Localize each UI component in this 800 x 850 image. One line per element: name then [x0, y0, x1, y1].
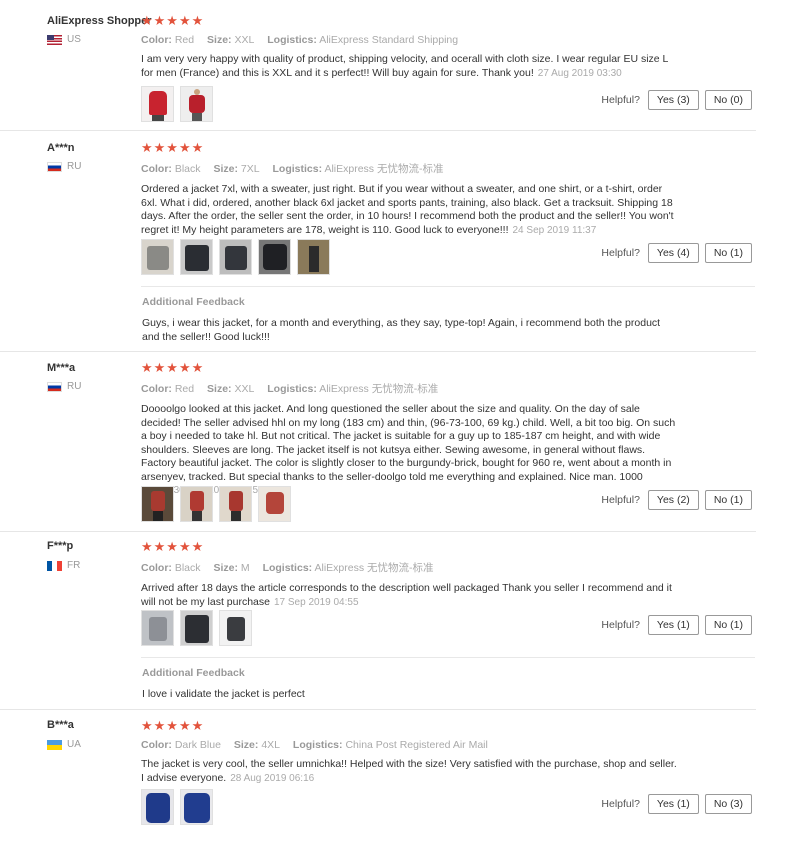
helpful-no-button[interactable]: No (0): [704, 90, 752, 110]
review-photo[interactable]: [258, 486, 291, 522]
review-text: The jacket is very cool, the seller umni…: [141, 758, 677, 784]
review-separator: [0, 709, 756, 710]
review-photo[interactable]: [141, 789, 174, 825]
additional-feedback-text: I love i validate the jacket is perfect: [142, 688, 305, 700]
review-date: 27 Aug 2019 03:30: [537, 67, 622, 79]
reviewer-country: US: [47, 34, 81, 45]
review-photos: [141, 610, 252, 646]
us-flag-icon: [47, 34, 62, 45]
review-photo[interactable]: [219, 610, 252, 646]
review-photos: [141, 789, 213, 825]
review-photos: [141, 239, 330, 275]
review-date: 17 Sep 2019 04:55: [273, 596, 359, 608]
review-photo[interactable]: [141, 86, 174, 122]
review-photos: [141, 86, 213, 122]
helpful-label: Helpful?: [601, 619, 640, 631]
helpful-yes-button[interactable]: Yes (4): [647, 243, 699, 263]
ru-flag-icon: [47, 161, 62, 172]
review-date: 24 Sep 2019 11:37: [512, 224, 597, 236]
reviewer-name: B***a: [47, 719, 74, 731]
order-info: Color: Dark Blue Size: 4XL Logistics: Ch…: [141, 739, 488, 751]
review-photo[interactable]: [141, 239, 174, 275]
review-separator: [0, 531, 756, 532]
country-code: RU: [67, 381, 82, 392]
review-photo[interactable]: [219, 239, 252, 275]
review-photos: [141, 486, 291, 522]
star-rating: ★★★★★: [141, 140, 205, 155]
ru-flag-icon: [47, 381, 62, 392]
review-photo[interactable]: [258, 239, 291, 275]
helpful-no-button[interactable]: No (3): [704, 794, 752, 814]
reviewer-country: UA: [47, 739, 81, 750]
review-text: Arrived after 18 days the article corres…: [141, 582, 672, 608]
reviewer-name: A***n: [47, 142, 75, 154]
reviewer-country: RU: [47, 161, 81, 172]
helpful-label: Helpful?: [601, 798, 640, 810]
review-photo[interactable]: [180, 789, 213, 825]
reviewer-name: F***p: [47, 540, 74, 552]
helpful-label: Helpful?: [601, 494, 640, 506]
review-photo[interactable]: [141, 610, 174, 646]
reviewer-name: M***a: [47, 362, 76, 374]
feedback-divider: [141, 657, 755, 658]
country-code: FR: [67, 560, 81, 571]
helpful-yes-button[interactable]: Yes (1): [647, 794, 699, 814]
review-date: 28 Aug 2019 06:16: [230, 772, 315, 784]
reviewer-name: AliExpress Shopper: [47, 15, 152, 27]
review-photo[interactable]: [219, 486, 252, 522]
review-photo[interactable]: [180, 239, 213, 275]
helpful-no-button[interactable]: No (1): [704, 490, 752, 510]
review-separator: [0, 351, 756, 352]
review-photo[interactable]: [297, 239, 330, 275]
star-rating: ★★★★★: [141, 539, 205, 554]
review-text: Doooolgo looked at this jacket. And long…: [141, 403, 676, 496]
reviewer-country: FR: [47, 560, 80, 571]
additional-feedback-text: Guys, i wear this jacket, for a month an…: [142, 317, 661, 343]
helpful-no-button[interactable]: No (1): [704, 615, 752, 635]
country-code: RU: [67, 161, 82, 172]
review-photo[interactable]: [180, 86, 213, 122]
country-code: UA: [67, 739, 81, 750]
order-info: Color: Black Size: 7XL Logistics: AliExp…: [141, 163, 444, 175]
helpful-label: Helpful?: [601, 94, 640, 106]
additional-feedback-title: Additional Feedback: [142, 296, 245, 308]
order-info: Color: Black Size: M Logistics: AliExpre…: [141, 562, 434, 574]
feedback-divider: [141, 286, 755, 287]
helpful-yes-button[interactable]: Yes (1): [647, 615, 699, 635]
star-rating: ★★★★★: [141, 360, 205, 375]
review-photo[interactable]: [180, 486, 213, 522]
helpful-label: Helpful?: [601, 247, 640, 259]
star-rating: ★★★★★: [141, 718, 205, 733]
helpful-no-button[interactable]: No (1): [704, 243, 752, 263]
order-info: Color: Red Size: XXL Logistics: AliExpre…: [141, 34, 459, 46]
review-photo[interactable]: [180, 610, 213, 646]
order-info: Color: Red Size: XXL Logistics: AliExpre…: [141, 383, 439, 395]
star-rating: ★★★★★: [141, 13, 205, 28]
additional-feedback-title: Additional Feedback: [142, 667, 245, 679]
country-code: US: [67, 34, 81, 45]
review-separator: [0, 130, 756, 131]
review-text: I am very very happy with quality of pro…: [141, 53, 668, 79]
helpful-yes-button[interactable]: Yes (2): [647, 490, 699, 510]
helpful-yes-button[interactable]: Yes (3): [647, 90, 699, 110]
review-text: Ordered a jacket 7xl, with a sweater, ju…: [141, 183, 674, 236]
reviewer-country: RU: [47, 381, 81, 392]
review-photo[interactable]: [141, 486, 174, 522]
fr-flag-icon: [47, 560, 62, 571]
ua-flag-icon: [47, 739, 62, 750]
